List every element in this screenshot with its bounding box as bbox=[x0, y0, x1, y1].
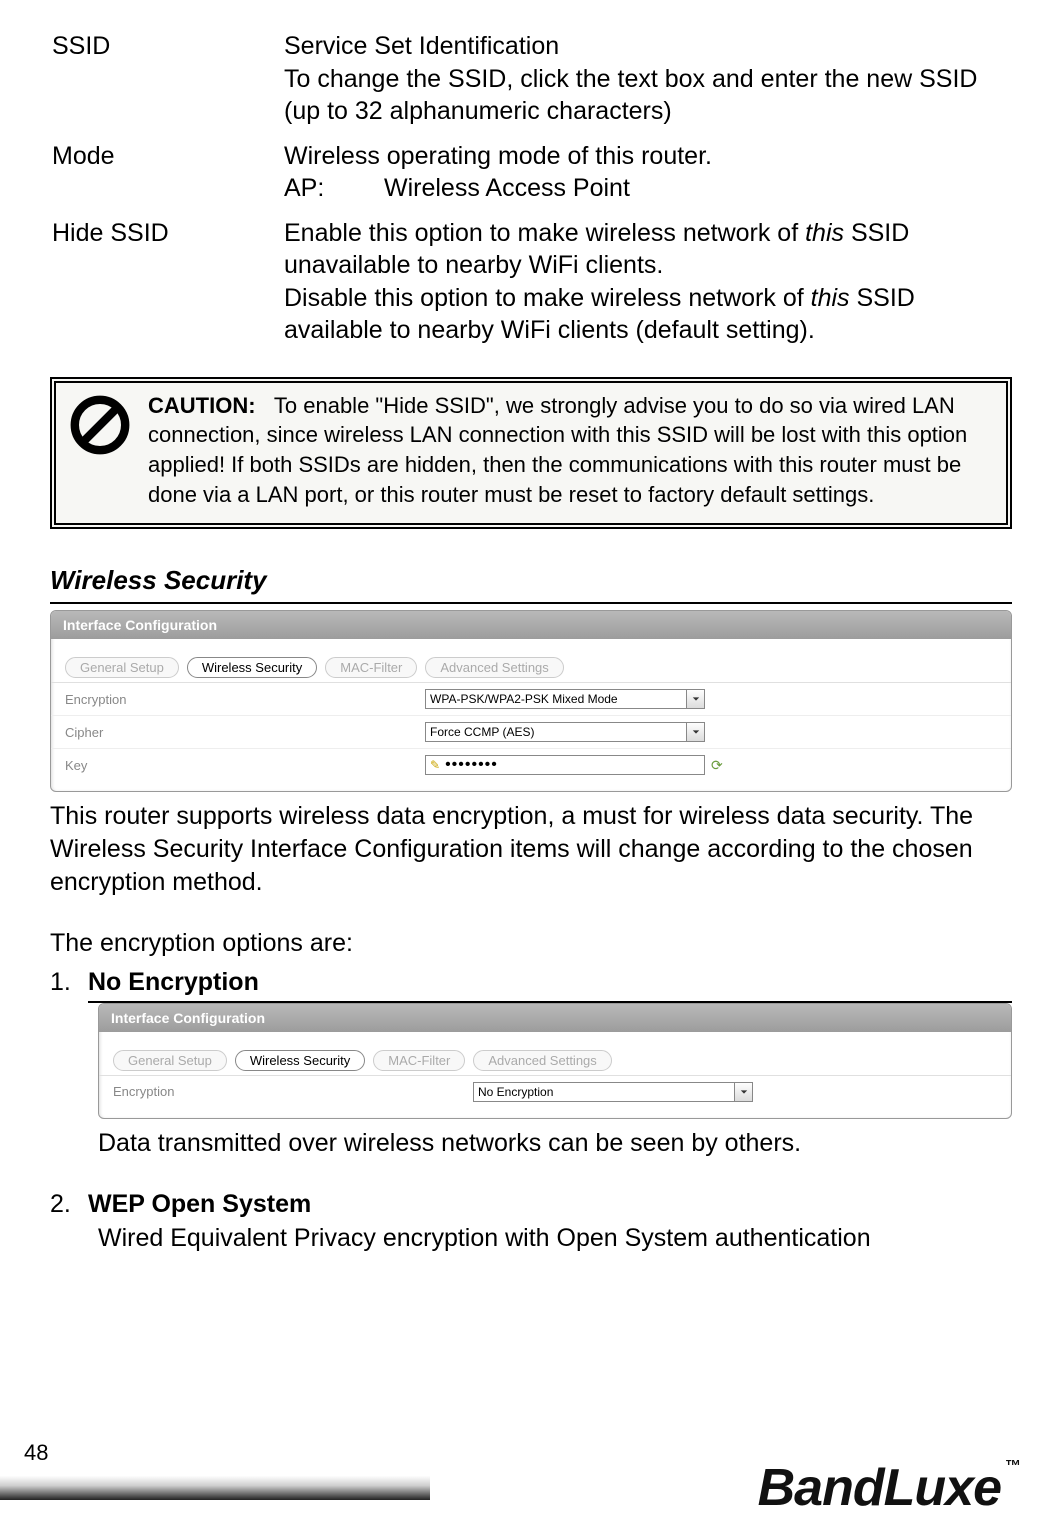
tab-wireless-security[interactable]: Wireless Security bbox=[187, 657, 317, 678]
option-2-title: WEP Open System bbox=[88, 1188, 1012, 1223]
dropdown-encryption-2-value: No Encryption bbox=[474, 1085, 734, 1099]
def-ssid-line2: To change the SSID, click the text box a… bbox=[284, 65, 977, 126]
paragraph-intro: This router supports wireless data encry… bbox=[50, 800, 1012, 899]
chevron-down-icon bbox=[686, 723, 704, 741]
section-title-wireless-security: Wireless Security bbox=[50, 565, 1012, 604]
term-hide-ssid: Hide SSID bbox=[52, 217, 282, 357]
tab-advanced-settings[interactable]: Advanced Settings bbox=[425, 657, 563, 678]
term-ssid: SSID bbox=[52, 30, 282, 138]
tab-mac-filter-2[interactable]: MAC-Filter bbox=[373, 1050, 465, 1071]
panel-header: Interface Configuration bbox=[51, 611, 1011, 639]
term-mode: Mode bbox=[52, 140, 282, 215]
row-key: Key ✎ •••••••• ⟳ bbox=[51, 749, 1011, 791]
caution-body: To enable "Hide SSID", we strongly advis… bbox=[148, 393, 967, 507]
hide-line1a: Enable this option to make wireless netw… bbox=[284, 219, 805, 247]
option-2-num: 2. bbox=[50, 1188, 88, 1223]
interface-config-panel-1: Interface Configuration General Setup Wi… bbox=[50, 610, 1012, 792]
brand-text: BandLuxe bbox=[758, 1459, 1001, 1517]
def-mode-subval: Wireless Access Point bbox=[384, 172, 630, 205]
dropdown-cipher[interactable]: Force CCMP (AES) bbox=[425, 722, 705, 742]
tab-general-setup[interactable]: General Setup bbox=[65, 657, 179, 678]
option-1-num: 1. bbox=[50, 966, 88, 1003]
caution-box: CAUTION: To enable "Hide SSID", we stron… bbox=[50, 377, 1012, 530]
option-1-desc: Data transmitted over wireless networks … bbox=[50, 1127, 1012, 1160]
hide-line1-italic: this bbox=[805, 219, 844, 247]
refresh-icon[interactable]: ⟳ bbox=[711, 757, 723, 774]
panel-header-2: Interface Configuration bbox=[99, 1004, 1011, 1032]
caution-text: CAUTION: To enable "Hide SSID", we stron… bbox=[148, 391, 992, 510]
row-encryption-2: Encryption No Encryption bbox=[99, 1076, 1011, 1118]
option-1: 1. No Encryption bbox=[50, 966, 1012, 1003]
brand-tm: ™ bbox=[1005, 1458, 1020, 1475]
page-footer: 48 BandLuxe™ bbox=[0, 1428, 1062, 1538]
paragraph-options-lead: The encryption options are: bbox=[50, 927, 1012, 960]
def-mode: Wireless operating mode of this router. … bbox=[284, 140, 1010, 215]
brand-logo: BandLuxe™ bbox=[758, 1458, 1020, 1518]
option-1-title: No Encryption bbox=[88, 966, 1012, 1003]
dropdown-encryption-2[interactable]: No Encryption bbox=[473, 1082, 753, 1102]
key-input[interactable]: ✎ •••••••• bbox=[425, 755, 705, 775]
label-cipher: Cipher bbox=[65, 725, 425, 740]
tab-wireless-security-2[interactable]: Wireless Security bbox=[235, 1050, 365, 1071]
def-mode-line1: Wireless operating mode of this router. bbox=[284, 142, 712, 170]
chevron-down-icon bbox=[734, 1083, 752, 1101]
hide-line2a: Disable this option to make wireless net… bbox=[284, 284, 811, 312]
dropdown-cipher-value: Force CCMP (AES) bbox=[426, 725, 686, 739]
row-encryption: Encryption WPA-PSK/WPA2-PSK Mixed Mode bbox=[51, 683, 1011, 716]
page-number: 48 bbox=[24, 1440, 48, 1466]
prohibition-icon bbox=[70, 391, 134, 510]
key-value: •••••••• bbox=[445, 756, 498, 774]
pencil-icon: ✎ bbox=[430, 758, 441, 772]
option-2: 2. WEP Open System bbox=[50, 1188, 1012, 1223]
tabs-row-2: General Setup Wireless Security MAC-Filt… bbox=[99, 1032, 1011, 1076]
tab-general-setup-2[interactable]: General Setup bbox=[113, 1050, 227, 1071]
def-hide-ssid: Enable this option to make wireless netw… bbox=[284, 217, 1010, 357]
label-encryption: Encryption bbox=[65, 692, 425, 707]
def-mode-subkey: AP: bbox=[284, 172, 384, 205]
caution-label: CAUTION: bbox=[148, 393, 256, 418]
option-2-desc: Wired Equivalent Privacy encryption with… bbox=[50, 1222, 1012, 1255]
label-encryption-2: Encryption bbox=[113, 1084, 473, 1099]
label-key: Key bbox=[65, 758, 425, 773]
chevron-down-icon bbox=[686, 690, 704, 708]
hide-line2-italic: this bbox=[811, 284, 850, 312]
tab-mac-filter[interactable]: MAC-Filter bbox=[325, 657, 417, 678]
def-ssid: Service Set Identification To change the… bbox=[284, 30, 1010, 138]
tabs-row: General Setup Wireless Security MAC-Filt… bbox=[51, 639, 1011, 683]
footer-gradient-bar bbox=[0, 1476, 430, 1500]
definitions-table: SSID Service Set Identification To chang… bbox=[50, 28, 1012, 359]
dropdown-encryption-value: WPA-PSK/WPA2-PSK Mixed Mode bbox=[426, 692, 686, 706]
dropdown-encryption[interactable]: WPA-PSK/WPA2-PSK Mixed Mode bbox=[425, 689, 705, 709]
def-ssid-line1: Service Set Identification bbox=[284, 32, 559, 60]
tab-advanced-settings-2[interactable]: Advanced Settings bbox=[473, 1050, 611, 1071]
row-cipher: Cipher Force CCMP (AES) bbox=[51, 716, 1011, 749]
interface-config-panel-2: Interface Configuration General Setup Wi… bbox=[98, 1003, 1012, 1119]
